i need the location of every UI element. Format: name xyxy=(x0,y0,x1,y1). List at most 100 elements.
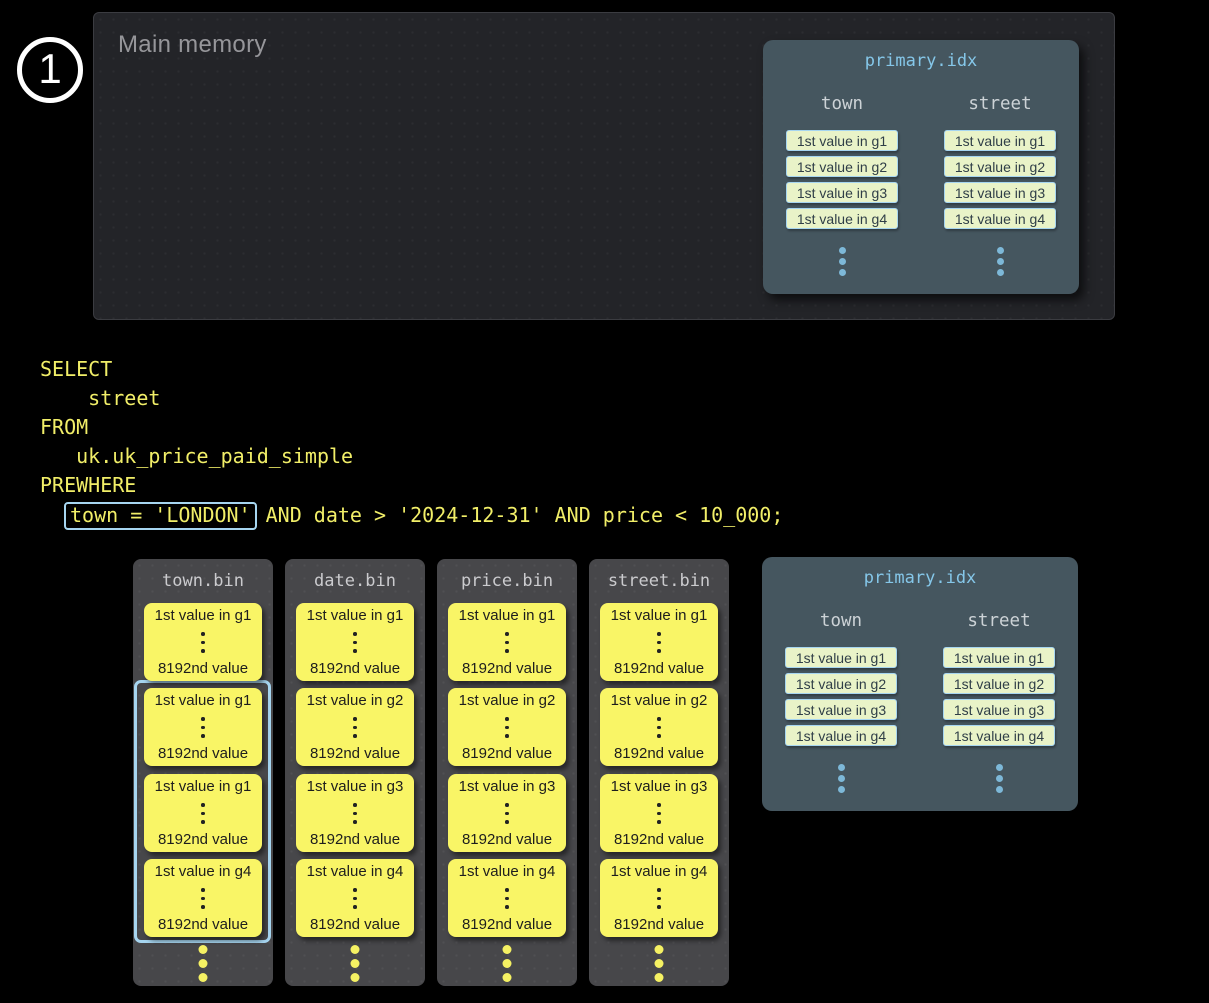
primary-idx-columns: 1st value in g1 1st value in g2 1st valu… xyxy=(762,647,1078,793)
granule-first-value: 1st value in g4 xyxy=(459,864,556,880)
index-entry-chip: 1st value in g2 xyxy=(944,156,1056,177)
ellipsis-dots xyxy=(944,247,1056,276)
granule-last-value: 8192nd value xyxy=(310,746,400,762)
granule-block: 1st value in g1 8192nd value xyxy=(144,688,262,766)
granule-block: 1st value in g3 8192nd value xyxy=(296,774,414,852)
granule-first-value: 1st value in g1 xyxy=(155,693,252,709)
granule-first-value: 1st value in g4 xyxy=(307,864,404,880)
ellipsis-dots xyxy=(201,803,205,824)
granule-last-value: 8192nd value xyxy=(614,661,704,677)
granule-last-value: 8192nd value xyxy=(462,661,552,677)
granule-last-value: 8192nd value xyxy=(614,832,704,848)
column-header-town: town xyxy=(786,94,898,114)
primary-idx-title: primary.idx xyxy=(763,51,1079,71)
granule-last-value: 8192nd value xyxy=(158,746,248,762)
bin-file-price: price.bin 1st value in g1 8192nd value 1… xyxy=(437,559,577,986)
diagram-canvas: 1 Main memory primary.idx town street 1s… xyxy=(0,0,1209,1003)
granule-first-value: 1st value in g4 xyxy=(611,864,708,880)
ellipsis-dots xyxy=(353,632,357,653)
column-header-town: town xyxy=(785,611,897,631)
ellipsis-dots xyxy=(201,888,205,909)
bin-file-title: town.bin xyxy=(133,571,273,591)
granule-block: 1st value in g1 8192nd value xyxy=(448,603,566,681)
granule-first-value: 1st value in g3 xyxy=(459,779,556,795)
sql-query: SELECT street FROM uk.uk_price_paid_simp… xyxy=(40,355,783,531)
granule-block: 1st value in g4 8192nd value xyxy=(448,859,566,937)
granule-last-value: 8192nd value xyxy=(614,746,704,762)
granule-last-value: 8192nd value xyxy=(310,661,400,677)
ellipsis-dots xyxy=(657,717,661,738)
index-entry-chip: 1st value in g2 xyxy=(943,673,1055,694)
primary-idx-title: primary.idx xyxy=(762,568,1078,588)
prewhere-town-condition-highlight: town = 'LONDON' xyxy=(64,502,257,530)
index-entry-chip: 1st value in g1 xyxy=(785,647,897,668)
index-entry-chip: 1st value in g2 xyxy=(785,673,897,694)
granule-block: 1st value in g2 8192nd value xyxy=(600,688,718,766)
granule-block: 1st value in g3 8192nd value xyxy=(448,774,566,852)
primary-idx-columns: 1st value in g1 1st value in g2 1st valu… xyxy=(763,130,1079,276)
granule-block: 1st value in g2 8192nd value xyxy=(296,688,414,766)
ellipsis-dots xyxy=(657,888,661,909)
index-entry-chip: 1st value in g3 xyxy=(943,699,1055,720)
granule-block: 1st value in g4 8192nd value xyxy=(296,859,414,937)
granule-block: 1st value in g1 8192nd value xyxy=(296,603,414,681)
granule-block: 1st value in g3 8192nd value xyxy=(600,774,718,852)
index-entry-chip: 1st value in g1 xyxy=(944,130,1056,151)
step-number: 1 xyxy=(38,48,61,90)
ellipsis-dots xyxy=(503,945,512,982)
index-column-street: 1st value in g1 1st value in g2 1st valu… xyxy=(943,647,1055,793)
granule-first-value: 1st value in g3 xyxy=(307,779,404,795)
bin-file-title: date.bin xyxy=(285,571,425,591)
ellipsis-dots xyxy=(786,247,898,276)
ellipsis-dots xyxy=(505,632,509,653)
ellipsis-dots xyxy=(353,717,357,738)
index-entry-chip: 1st value in g4 xyxy=(944,208,1056,229)
index-entry-chip: 1st value in g4 xyxy=(786,208,898,229)
bin-file-town: town.bin 1st value in g1 8192nd value 1s… xyxy=(133,559,273,986)
index-entry-chip: 1st value in g4 xyxy=(785,725,897,746)
granule-last-value: 8192nd value xyxy=(158,661,248,677)
granule-first-value: 1st value in g2 xyxy=(307,693,404,709)
ellipsis-dots xyxy=(353,888,357,909)
granule-last-value: 8192nd value xyxy=(462,746,552,762)
column-header-street: street xyxy=(944,94,1056,114)
granule-first-value: 1st value in g1 xyxy=(155,608,252,624)
ellipsis-dots xyxy=(351,945,360,982)
granule-last-value: 8192nd value xyxy=(462,917,552,933)
step-1-badge: 1 xyxy=(17,37,83,103)
granule-block: 1st value in g1 8192nd value xyxy=(144,774,262,852)
granule-first-value: 1st value in g2 xyxy=(611,693,708,709)
granule-last-value: 8192nd value xyxy=(614,917,704,933)
granule-block: 1st value in g1 8192nd value xyxy=(600,603,718,681)
index-entry-chip: 1st value in g2 xyxy=(786,156,898,177)
granule-first-value: 1st value in g1 xyxy=(611,608,708,624)
primary-idx-headers: town street xyxy=(763,94,1079,114)
index-entry-chip: 1st value in g4 xyxy=(943,725,1055,746)
sql-condition-rest: AND date > '2024-12-31' AND price < 10_0… xyxy=(266,501,784,530)
primary-idx-panel-disk: primary.idx town street 1st value in g1 … xyxy=(762,557,1078,811)
ellipsis-dots xyxy=(785,764,897,793)
ellipsis-dots xyxy=(505,888,509,909)
index-entry-chip: 1st value in g3 xyxy=(785,699,897,720)
granule-last-value: 8192nd value xyxy=(158,917,248,933)
index-entry-chip: 1st value in g1 xyxy=(943,647,1055,668)
granule-first-value: 1st value in g1 xyxy=(459,608,556,624)
granule-first-value: 1st value in g1 xyxy=(307,608,404,624)
index-entry-chip: 1st value in g1 xyxy=(786,130,898,151)
ellipsis-dots xyxy=(943,764,1055,793)
granule-last-value: 8192nd value xyxy=(310,917,400,933)
bin-file-street: street.bin 1st value in g1 8192nd value … xyxy=(589,559,729,986)
bin-file-date: date.bin 1st value in g1 8192nd value 1s… xyxy=(285,559,425,986)
ellipsis-dots xyxy=(657,632,661,653)
granule-block: 1st value in g4 8192nd value xyxy=(600,859,718,937)
ellipsis-dots xyxy=(655,945,664,982)
ellipsis-dots xyxy=(199,945,208,982)
granule-last-value: 8192nd value xyxy=(462,832,552,848)
granule-last-value: 8192nd value xyxy=(158,832,248,848)
granule-first-value: 1st value in g4 xyxy=(155,864,252,880)
column-header-street: street xyxy=(943,611,1055,631)
ellipsis-dots xyxy=(353,803,357,824)
main-memory-panel: Main memory primary.idx town street 1st … xyxy=(93,12,1115,320)
bin-file-title: street.bin xyxy=(589,571,729,591)
main-memory-title: Main memory xyxy=(118,31,267,59)
